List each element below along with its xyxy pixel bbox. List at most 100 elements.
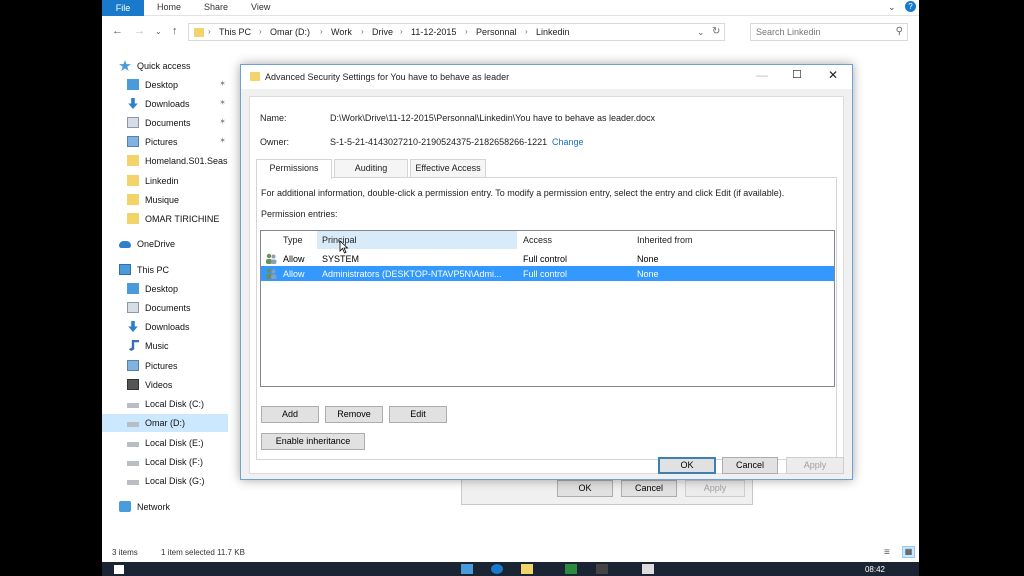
ribbon-tab-view[interactable]: View bbox=[251, 2, 270, 12]
add-button[interactable]: Add bbox=[261, 406, 319, 423]
taskbar-browser-icon[interactable] bbox=[491, 564, 503, 574]
sidebar-item[interactable]: OMAR TIRICHINE bbox=[102, 210, 228, 228]
sidebar-item[interactable]: Desktop ✶ bbox=[102, 76, 228, 94]
taskbar-excel-icon[interactable] bbox=[565, 564, 577, 574]
folder-icon bbox=[194, 28, 204, 37]
sidebar-item-label: Pictures bbox=[145, 137, 178, 147]
help-icon[interactable]: ? bbox=[905, 1, 916, 12]
sidebar-item[interactable]: Local Disk (F:) bbox=[102, 453, 228, 471]
sidebar-item[interactable]: Downloads ✶ bbox=[102, 95, 228, 113]
computer-icon bbox=[119, 264, 131, 275]
folder-icon bbox=[127, 155, 139, 166]
tab-effective-access[interactable]: Effective Access bbox=[410, 159, 486, 178]
breadcrumb-item[interactable]: Personnal bbox=[476, 27, 517, 37]
close-icon[interactable]: ✕ bbox=[828, 68, 838, 82]
bg-ok-button[interactable]: OK bbox=[557, 480, 613, 497]
ribbon-tab-home[interactable]: Home bbox=[157, 2, 181, 12]
maximize-icon[interactable]: ☐ bbox=[792, 68, 802, 81]
apply-button[interactable]: Apply bbox=[786, 457, 844, 474]
address-bar[interactable]: › This PC › Omar (D:) › Work › Drive › 1… bbox=[188, 23, 725, 41]
breadcrumb-item[interactable]: Work bbox=[331, 27, 352, 37]
sidebar-item[interactable]: Musique bbox=[102, 191, 228, 209]
sidebar-item[interactable]: Documents ✶ bbox=[102, 114, 228, 132]
enable-inheritance-button[interactable]: Enable inheritance bbox=[261, 433, 365, 450]
sidebar-item-label: Music bbox=[145, 341, 169, 351]
sidebar-item[interactable]: This PC bbox=[102, 261, 228, 279]
breadcrumb-item[interactable]: Linkedin bbox=[536, 27, 570, 37]
advanced-security-dialog: Advanced Security Settings for You have … bbox=[240, 64, 853, 480]
taskbar-app-icon[interactable] bbox=[596, 564, 608, 574]
taskbar: 08:42 bbox=[102, 562, 919, 576]
sidebar-item-label: Pictures bbox=[145, 361, 178, 371]
ribbon-tab-file[interactable]: File bbox=[102, 0, 144, 16]
recent-chevron-icon[interactable]: ⌄ bbox=[155, 27, 162, 36]
search-input[interactable]: Search Linkedin ⚲ bbox=[750, 23, 908, 41]
row-access: Full control bbox=[523, 254, 568, 264]
refresh-icon[interactable]: ↻ bbox=[712, 26, 720, 37]
sidebar-item[interactable]: Videos bbox=[102, 376, 228, 394]
taskbar-document-icon[interactable] bbox=[642, 564, 654, 574]
taskbar-folder-icon[interactable] bbox=[521, 564, 533, 574]
breadcrumb-item[interactable]: This PC bbox=[219, 27, 251, 37]
up-icon[interactable]: ↑ bbox=[172, 25, 178, 37]
sidebar-item[interactable]: Downloads bbox=[102, 318, 228, 336]
tab-auditing[interactable]: Auditing bbox=[334, 159, 408, 178]
minimize-icon[interactable]: — bbox=[756, 68, 768, 82]
sidebar-item-label: Downloads bbox=[145, 322, 190, 332]
users-icon bbox=[265, 253, 277, 264]
sidebar-item[interactable]: Music bbox=[102, 337, 228, 355]
sidebar-item[interactable]: Linkedin bbox=[102, 172, 228, 190]
start-icon[interactable] bbox=[114, 565, 124, 574]
sidebar-item[interactable]: Network bbox=[102, 498, 228, 516]
documents-icon bbox=[127, 117, 139, 128]
drive-icon bbox=[127, 422, 139, 427]
sidebar-item-label: Homeland.S01.Seas bbox=[145, 156, 228, 166]
breadcrumb-item[interactable]: Omar (D:) bbox=[270, 27, 310, 37]
change-owner-link[interactable]: Change bbox=[552, 137, 584, 147]
pin-icon: ✶ bbox=[219, 136, 226, 145]
sidebar-item[interactable]: Omar (D:) bbox=[102, 414, 228, 432]
selection-info: 1 item selected 11.7 KB bbox=[161, 548, 245, 557]
forward-icon[interactable]: → bbox=[134, 25, 145, 37]
table-row[interactable]: Allow Administrators (DESKTOP-NTAVP5N\Ad… bbox=[261, 266, 834, 281]
expand-ribbon-icon[interactable]: ⌄ bbox=[888, 2, 896, 13]
navigation-pane: Quick access Desktop ✶ Downloads ✶ Documents ✶… bbox=[102, 48, 228, 528]
ok-button[interactable]: OK bbox=[658, 457, 716, 474]
details-view-icon[interactable]: ≡ bbox=[884, 547, 890, 558]
sidebar-item[interactable]: Pictures bbox=[102, 357, 228, 375]
sidebar-item[interactable]: Local Disk (E:) bbox=[102, 434, 228, 452]
row-principal: Administrators (DESKTOP-NTAVP5N\Admi... bbox=[322, 269, 502, 279]
chevron-down-icon[interactable]: ⌄ bbox=[697, 27, 705, 38]
sidebar-item[interactable]: Homeland.S01.Seas bbox=[102, 152, 228, 170]
taskbar-app-icon[interactable] bbox=[461, 564, 473, 574]
edit-button[interactable]: Edit bbox=[389, 406, 447, 423]
sidebar-item[interactable]: OneDrive bbox=[102, 235, 228, 253]
sidebar-item-label: Documents bbox=[145, 118, 191, 128]
sidebar-item[interactable]: Desktop bbox=[102, 280, 228, 298]
large-icons-view-icon[interactable]: ▦ bbox=[902, 546, 915, 558]
bg-apply-button[interactable]: Apply bbox=[685, 480, 745, 497]
remove-button[interactable]: Remove bbox=[325, 406, 383, 423]
sidebar-item-label: Local Disk (F:) bbox=[145, 457, 204, 467]
column-type[interactable]: Type bbox=[283, 235, 303, 245]
ribbon: File Home Share View ⌄ ? bbox=[102, 0, 919, 16]
sidebar-item[interactable]: Documents bbox=[102, 299, 228, 317]
tab-permissions[interactable]: Permissions bbox=[256, 159, 332, 179]
back-icon[interactable]: ← bbox=[112, 25, 123, 37]
bg-cancel-button[interactable]: Cancel bbox=[621, 480, 677, 497]
breadcrumb-item[interactable]: Drive bbox=[372, 27, 393, 37]
sidebar-item[interactable]: Local Disk (C:) bbox=[102, 395, 228, 413]
row-type: Allow bbox=[283, 269, 305, 279]
column-inherited-from[interactable]: Inherited from bbox=[637, 235, 693, 245]
sidebar-item[interactable]: Pictures ✶ bbox=[102, 133, 228, 151]
sidebar-item[interactable]: Local Disk (G:) bbox=[102, 472, 228, 490]
ribbon-tab-share[interactable]: Share bbox=[204, 2, 228, 12]
cancel-button[interactable]: Cancel bbox=[722, 457, 778, 474]
folder-icon bbox=[127, 194, 139, 205]
folder-icon bbox=[250, 72, 260, 81]
column-access[interactable]: Access bbox=[523, 235, 552, 245]
breadcrumb-item[interactable]: 11-12-2015 bbox=[411, 27, 456, 37]
sidebar-item[interactable]: Quick access bbox=[102, 57, 228, 75]
users-icon bbox=[265, 268, 277, 279]
cloud-icon bbox=[119, 241, 131, 248]
